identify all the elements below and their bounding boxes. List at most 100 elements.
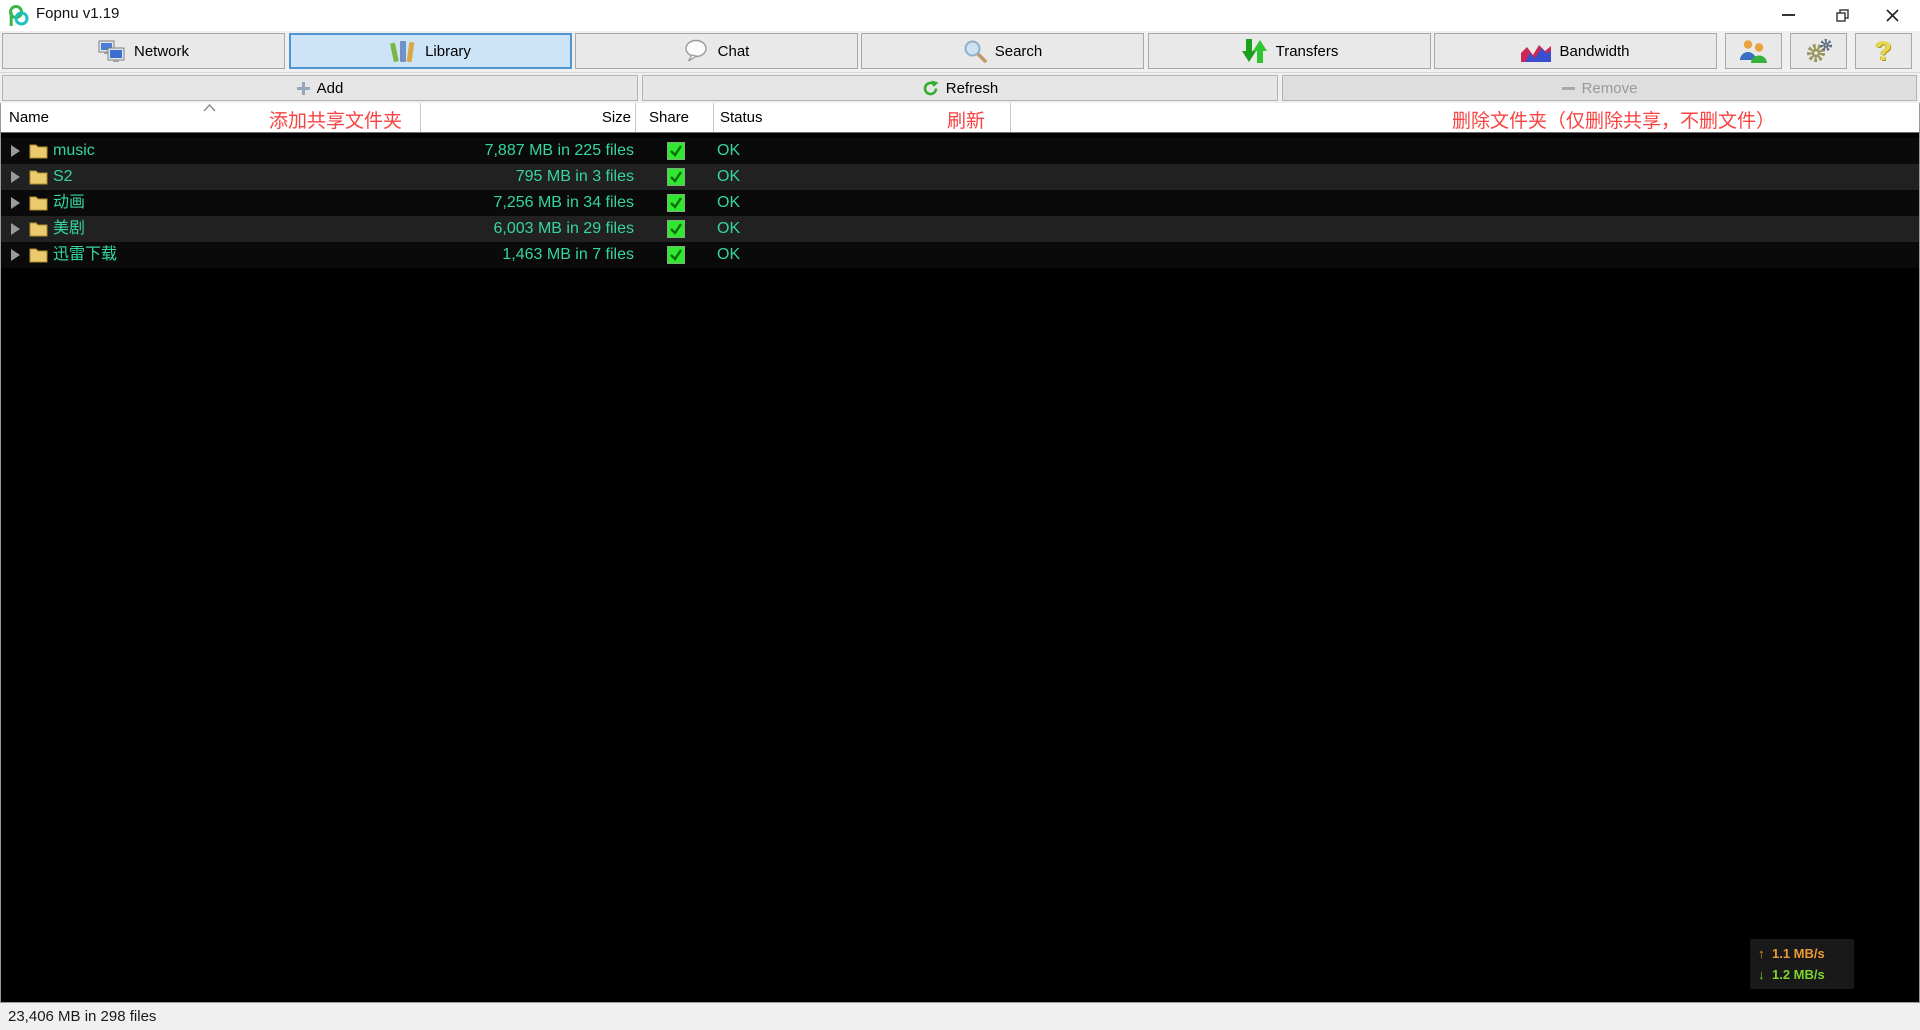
folder-name: 迅雷下载 — [53, 242, 117, 268]
search-icon — [963, 39, 987, 63]
upload-speed: ↑1.1 MB/s — [1758, 943, 1854, 964]
network-icon — [98, 40, 126, 63]
share-checkbox[interactable] — [667, 194, 685, 212]
folder-name: music — [53, 138, 95, 164]
annotation-refresh: 刷新 — [947, 111, 985, 133]
tab-label: Search — [995, 43, 1043, 60]
restore-button[interactable] — [1821, 0, 1865, 30]
expand-arrow-icon[interactable] — [11, 171, 20, 183]
share-checkbox[interactable] — [667, 142, 685, 160]
refresh-button-label: Refresh — [946, 80, 999, 97]
library-icon — [390, 39, 417, 64]
expand-arrow-icon[interactable] — [11, 197, 20, 209]
tab-library[interactable]: Library — [289, 33, 572, 69]
folder-status: OK — [717, 190, 740, 216]
expand-arrow-icon[interactable] — [11, 223, 20, 235]
add-button-label: Add — [317, 80, 344, 97]
folder-status: OK — [717, 242, 740, 268]
folder-name: 美剧 — [53, 216, 85, 242]
remove-button[interactable]: Remove — [1282, 75, 1917, 101]
tab-label: Transfers — [1276, 43, 1339, 60]
folder-size: 6,003 MB in 29 files — [421, 216, 634, 242]
shared-folders-list: music 7,887 MB in 225 files OK S2 795 MB… — [0, 133, 1920, 1002]
folder-name: 动画 — [53, 190, 85, 216]
upload-speed-value: 1.1 MB/s — [1772, 946, 1825, 961]
tab-chat[interactable]: Chat — [575, 33, 858, 69]
tab-bar: Network Library Chat — [0, 31, 1920, 73]
fopnu-window: Fopnu v1.19 — [0, 0, 1920, 1030]
column-header-size[interactable]: Size — [421, 103, 636, 132]
tab-bandwidth[interactable]: Bandwidth — [1434, 33, 1717, 69]
close-icon — [1886, 9, 1899, 22]
folder-status: OK — [717, 138, 740, 164]
annotation-remove-folder: 删除文件夹（仅删除共享，不删文件） — [1452, 111, 1775, 133]
add-plus-icon — [297, 82, 310, 95]
table-row[interactable]: S2 795 MB in 3 files OK — [1, 164, 1919, 190]
refresh-icon — [922, 80, 939, 97]
download-speed: ↓1.2 MB/s — [1758, 964, 1854, 985]
folder-status: OK — [717, 216, 740, 242]
download-speed-value: 1.2 MB/s — [1772, 967, 1825, 982]
share-checkbox[interactable] — [667, 168, 685, 186]
gears-icon — [1805, 38, 1833, 64]
expand-arrow-icon[interactable] — [11, 145, 20, 157]
tab-label: Bandwidth — [1559, 43, 1629, 60]
bandwidth-icon — [1521, 41, 1551, 62]
library-toolbar: Add Refresh Remove — [0, 73, 1920, 103]
status-bar: 23,406 MB in 298 files — [0, 1002, 1920, 1030]
upload-arrow-icon: ↑ — [1758, 943, 1772, 964]
speed-overlay: ↑1.1 MB/s ↓1.2 MB/s — [1750, 939, 1854, 989]
tab-search[interactable]: Search — [861, 33, 1144, 69]
table-row[interactable]: 美剧 6,003 MB in 29 files OK — [1, 216, 1919, 242]
download-arrow-icon: ↓ — [1758, 964, 1772, 985]
chat-icon — [684, 39, 710, 63]
annotation-add-folder: 添加共享文件夹 — [269, 111, 402, 133]
folder-icon — [29, 142, 48, 159]
folder-size: 7,256 MB in 34 files — [421, 190, 634, 216]
settings-button[interactable] — [1790, 33, 1847, 69]
folder-size: 7,887 MB in 225 files — [421, 138, 634, 164]
refresh-button[interactable]: Refresh — [642, 75, 1278, 101]
column-header-share[interactable]: Share — [636, 103, 714, 132]
remove-minus-icon — [1562, 87, 1575, 90]
share-checkbox[interactable] — [667, 246, 685, 264]
users-icon — [1738, 39, 1769, 64]
library-summary: 23,406 MB in 298 files — [8, 1008, 156, 1025]
add-button[interactable]: Add — [2, 75, 638, 101]
window-title: Fopnu v1.19 — [36, 5, 119, 22]
folder-size: 1,463 MB in 7 files — [421, 242, 634, 268]
tab-network[interactable]: Network — [2, 33, 285, 69]
table-row[interactable]: music 7,887 MB in 225 files OK — [1, 138, 1919, 164]
folder-size: 795 MB in 3 files — [421, 164, 634, 190]
users-button[interactable] — [1725, 33, 1782, 69]
column-label-share: Share — [649, 109, 689, 126]
transfers-icon — [1241, 38, 1268, 64]
tab-label: Chat — [718, 43, 750, 60]
column-label-status: Status — [720, 109, 763, 126]
table-row[interactable]: 迅雷下载 1,463 MB in 7 files OK — [1, 242, 1919, 268]
title-bar: Fopnu v1.19 — [0, 0, 1920, 31]
folder-name: S2 — [53, 164, 73, 190]
tab-label: Network — [134, 43, 189, 60]
fopnu-logo-icon — [8, 4, 30, 27]
table-row[interactable]: 动画 7,256 MB in 34 files OK — [1, 190, 1919, 216]
column-label-name: Name — [9, 109, 49, 126]
column-label-size: Size — [602, 109, 631, 126]
tab-label: Library — [425, 43, 471, 60]
close-button[interactable] — [1870, 0, 1914, 30]
help-button[interactable]: ? — [1855, 33, 1912, 69]
tab-transfers[interactable]: Transfers — [1148, 33, 1431, 69]
folder-icon — [29, 168, 48, 185]
folder-icon — [29, 194, 48, 211]
minimize-icon — [1782, 14, 1795, 16]
share-checkbox[interactable] — [667, 220, 685, 238]
restore-icon — [1836, 9, 1850, 22]
sort-ascending-icon — [203, 104, 216, 112]
remove-button-label: Remove — [1582, 80, 1638, 97]
expand-arrow-icon[interactable] — [11, 249, 20, 261]
folder-icon — [29, 246, 48, 263]
help-icon: ? — [1875, 38, 1892, 65]
folder-icon — [29, 220, 48, 237]
table-header: Name Size Share Status 添加共享文件夹 刷新 删除文件夹（… — [0, 103, 1920, 133]
minimize-button[interactable] — [1766, 0, 1810, 30]
